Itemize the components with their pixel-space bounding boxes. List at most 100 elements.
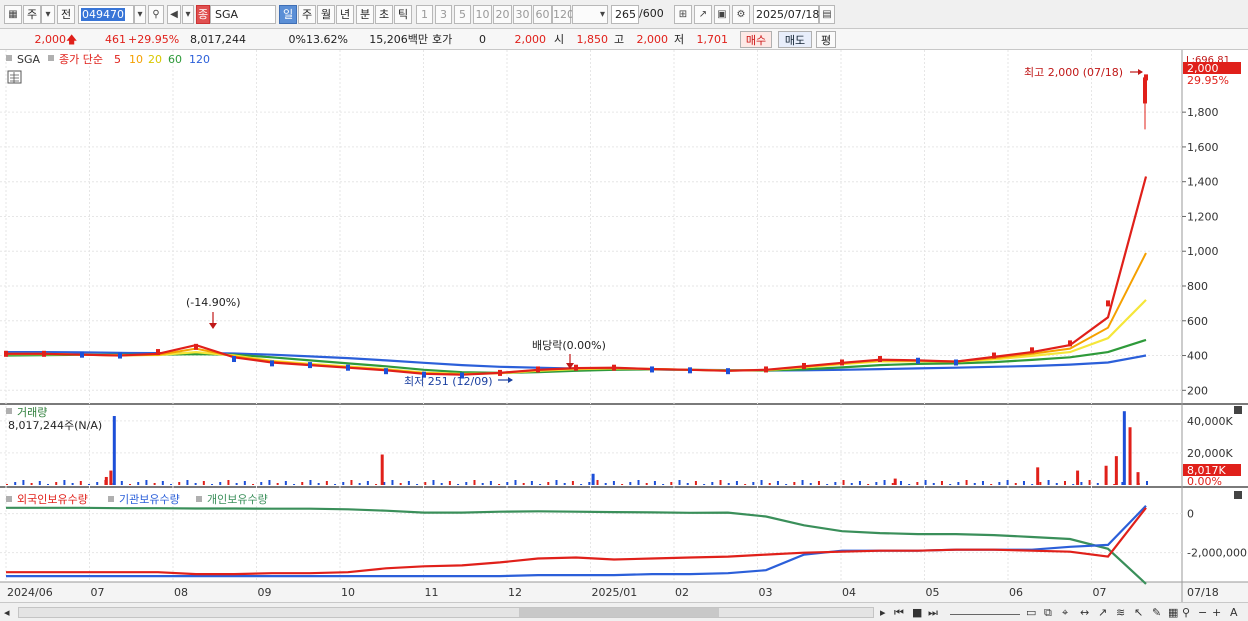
low-label: 저 xyxy=(674,33,685,46)
move-icon[interactable]: ↔ xyxy=(1080,605,1089,620)
candle xyxy=(498,369,502,376)
stop-icon[interactable]: ■ xyxy=(912,605,922,620)
font-size-icon[interactable]: A xyxy=(1230,605,1238,620)
chevron-down-icon[interactable]: ▾ xyxy=(41,5,55,24)
volume-bar xyxy=(153,483,156,485)
price-tick-label: 200 xyxy=(1187,384,1208,397)
rewind-icon[interactable]: ⏮ xyxy=(894,605,904,620)
volume-spike xyxy=(104,476,108,485)
price-chart[interactable]: SGA 종가 단순 5 10 20 60 120 거래량 8,017,244주(… xyxy=(0,50,1248,602)
search-icon[interactable]: ⚲ xyxy=(148,5,164,24)
period-tab-year[interactable]: 년 xyxy=(336,5,354,24)
gear-icon[interactable]: ⚙ xyxy=(732,5,750,24)
pen-icon[interactable]: ✎ xyxy=(1152,605,1161,620)
scroll-thumb[interactable] xyxy=(519,608,719,617)
sell-button[interactable]: 매도 xyxy=(778,31,812,48)
magnifier-icon[interactable]: ⚲ xyxy=(1182,605,1190,620)
minute-option-1[interactable]: 1 xyxy=(416,5,433,24)
price-tick-label: 1,800 xyxy=(1187,106,1219,119)
high-label: 고 xyxy=(614,33,625,46)
stock-code-input[interactable]: 049470 xyxy=(78,5,134,24)
layout2-icon[interactable]: ⧉ xyxy=(1044,605,1052,620)
volume-spike xyxy=(1104,465,1108,485)
volume-bar xyxy=(547,482,550,485)
date-input[interactable]: 2025/07/18 xyxy=(753,5,819,24)
arrow-tool-icon[interactable]: ↖ xyxy=(1134,605,1143,620)
volume-bar xyxy=(793,482,796,485)
period-tab-week[interactable]: 주 xyxy=(298,5,316,24)
forward-icon[interactable]: ⏭ xyxy=(928,605,938,620)
period-tab-minute[interactable]: 분 xyxy=(356,5,374,24)
volume-bar xyxy=(1006,480,1009,485)
period-tab-month[interactable]: 월 xyxy=(317,5,335,24)
tab-week[interactable]: 주 xyxy=(23,5,41,24)
play-icon[interactable]: ▸ xyxy=(880,605,886,620)
legend-marker xyxy=(6,496,12,502)
volume-spike xyxy=(109,470,113,485)
volume-bar xyxy=(949,484,952,485)
minute-option-30[interactable]: 30 xyxy=(513,5,532,24)
minute-option-3[interactable]: 3 xyxy=(435,5,452,24)
minute-option-10[interactable]: 10 xyxy=(473,5,492,24)
hoga-value: 0 xyxy=(479,33,486,46)
period-tab-tick[interactable]: 틱 xyxy=(394,5,412,24)
line-draw-icon[interactable]: ↗ xyxy=(694,5,712,24)
volume-bar xyxy=(703,484,706,485)
trend-icon[interactable]: ↗ xyxy=(1098,605,1107,620)
volume-bar xyxy=(55,482,58,485)
volume-bar xyxy=(260,482,263,485)
volume-bar xyxy=(621,484,624,485)
volume-bar xyxy=(653,481,656,485)
scroll-track[interactable] xyxy=(18,607,874,618)
zoom-slider[interactable] xyxy=(950,605,1020,615)
panel-close-icon[interactable] xyxy=(1234,406,1242,414)
scroll-bar[interactable]: ◂ ▸ ⏮ ■ ⏭ ▭ ⧉ ⌖ ↔ ↗ ≋ ↖ ✎ ▦ ⚲ − + A xyxy=(0,602,1248,621)
speaker-icon[interactable]: ◀ xyxy=(167,5,181,24)
minute-option-60[interactable]: 60 xyxy=(533,5,552,24)
panel-close-icon[interactable] xyxy=(1234,491,1242,499)
custom-period-select[interactable]: ▾ xyxy=(572,5,608,24)
period-tab-day[interactable]: 일 xyxy=(279,5,297,24)
buy-button[interactable]: 매수 xyxy=(740,31,772,48)
period-tab-second[interactable]: 초 xyxy=(375,5,393,24)
turnover-pct: 13.62% xyxy=(306,33,348,46)
minute-option-5[interactable]: 5 xyxy=(454,5,471,24)
volume-bar xyxy=(293,484,296,485)
zoom-in-icon[interactable]: + xyxy=(1212,605,1221,620)
volume-bar xyxy=(1088,480,1091,485)
volume-bar xyxy=(694,481,697,485)
minute-option-20[interactable]: 20 xyxy=(493,5,512,24)
volume-bar xyxy=(194,483,197,485)
volume-bar xyxy=(137,482,140,485)
candle xyxy=(118,352,122,359)
legend-marker xyxy=(6,408,12,414)
volume-bar xyxy=(1096,483,1099,485)
fib-icon[interactable]: ≋ xyxy=(1116,605,1125,620)
average-button[interactable]: 평 xyxy=(816,31,836,48)
candle xyxy=(156,349,160,356)
count-input[interactable]: 265 xyxy=(611,5,639,24)
candle-settings-icon[interactable]: ⊞ xyxy=(674,5,692,24)
save-icon[interactable]: ▣ xyxy=(714,5,730,24)
speaker-dropdown-icon[interactable]: ▾ xyxy=(182,5,194,24)
image-icon[interactable]: ▦ xyxy=(1168,605,1178,620)
legend-ma60: 60 xyxy=(168,53,182,66)
scroll-left-icon[interactable]: ◂ xyxy=(4,605,10,620)
volume-bar xyxy=(1072,484,1075,485)
minute-option-120[interactable]: 120 xyxy=(552,5,574,24)
volume-bar xyxy=(571,481,574,485)
high-price: 2,000 xyxy=(636,33,669,46)
volume-bar xyxy=(47,484,50,485)
stock-name-field[interactable]: SGA xyxy=(210,5,276,24)
zoom-out-icon[interactable]: − xyxy=(1198,605,1207,620)
calendar-icon[interactable]: ▤ xyxy=(819,5,835,24)
volume-bar xyxy=(432,480,435,485)
code-dropdown-icon[interactable]: ▾ xyxy=(134,5,146,24)
volume-bar xyxy=(539,484,542,485)
window-menu-icon[interactable]: ▦ xyxy=(4,5,22,24)
candle xyxy=(308,362,312,369)
crosshair-icon[interactable]: ⌖ xyxy=(1062,605,1068,620)
layout-icon[interactable]: ▭ xyxy=(1026,605,1036,620)
hoga-label: 호가 xyxy=(432,33,453,46)
tab-prev[interactable]: 전 xyxy=(57,5,75,24)
